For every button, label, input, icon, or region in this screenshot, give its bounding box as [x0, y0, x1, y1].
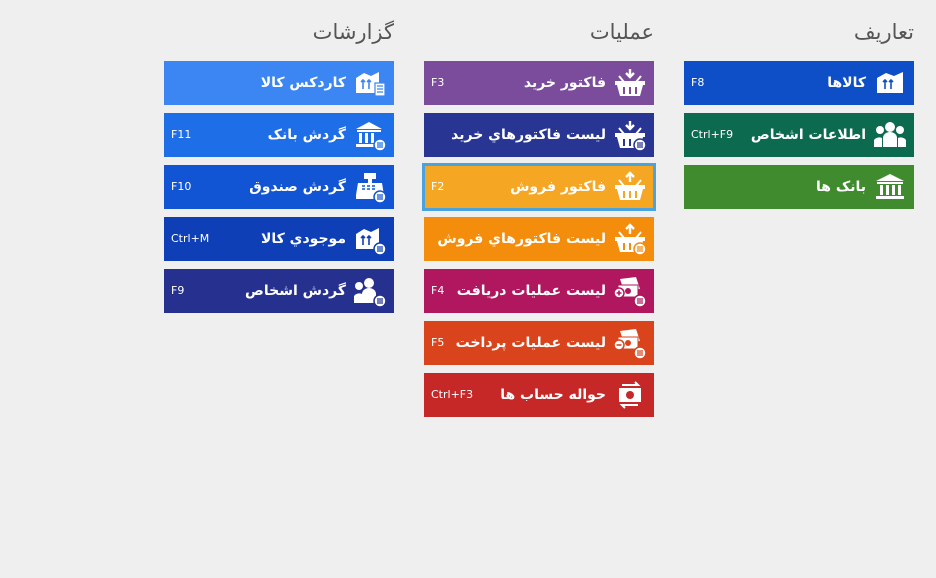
operations-title: عملیات — [589, 20, 654, 44]
tile-purchase-invoice[interactable]: F3 فاکتور خرید — [424, 61, 654, 105]
tile-label: موجودي کالا — [260, 231, 346, 247]
shortcut-label: F11 — [171, 128, 192, 141]
basket-out-icon — [614, 171, 646, 203]
stock-icon — [354, 223, 386, 255]
basket-in-icon — [614, 67, 646, 99]
shortcut-label: F8 — [691, 76, 705, 89]
tile-receipts-list[interactable]: F4 ليست عمليات دريافت — [424, 269, 654, 313]
tile-account-transfer[interactable]: Ctrl+F3 حواله حساب ها — [424, 373, 654, 417]
tile-sales-invoice[interactable]: F2 فاکتور فروش — [422, 163, 656, 211]
shortcut-label: Ctrl+F9 — [691, 128, 734, 141]
tile-label: کالاها — [827, 75, 866, 91]
basket-list-icon — [614, 119, 646, 151]
tile-label: ليست فاکتورهاي فروش — [437, 231, 606, 247]
tile-cash-turnover[interactable]: F10 گردش صندوق — [164, 165, 394, 209]
tile-label: گردش صندوق — [249, 179, 346, 195]
goods-icon — [874, 67, 906, 99]
tile-sales-invoice-list[interactable]: ليست فاکتورهاي فروش — [424, 217, 654, 261]
shortcut-label: Ctrl+M — [171, 232, 210, 245]
tile-label: اطلاعات اشخاص — [750, 127, 866, 143]
tile-label: ليست عمليات پرداخت — [455, 335, 606, 351]
shortcut-label: F10 — [171, 180, 192, 193]
goods-kardex-icon — [354, 67, 386, 99]
tile-label: بانک ها — [816, 179, 866, 195]
shortcut-label: F3 — [431, 76, 445, 89]
money-receive-icon — [614, 275, 646, 307]
bank-icon — [874, 171, 906, 203]
people-icon — [874, 119, 906, 151]
tile-banks[interactable]: بانک ها — [684, 165, 914, 209]
tile-label: گردش بانک — [267, 127, 346, 143]
tile-goods-kardex[interactable]: کاردکس کالا — [164, 61, 394, 105]
tile-label: گردش اشخاص — [245, 283, 346, 299]
tile-people-info[interactable]: Ctrl+F9 اطلاعات اشخاص — [684, 113, 914, 157]
shortcut-label: F5 — [431, 336, 445, 349]
tile-people-turnover[interactable]: F9 گردش اشخاص — [164, 269, 394, 313]
money-pay-icon — [614, 327, 646, 359]
tile-purchase-invoice-list[interactable]: ليست فاکتورهاي خريد — [424, 113, 654, 157]
tile-label: ليست فاکتورهاي خريد — [451, 127, 606, 143]
cash-register-icon — [354, 171, 386, 203]
people-report-icon — [354, 275, 386, 307]
tile-label: کاردکس کالا — [260, 75, 346, 91]
reports-title: گزارشات — [312, 20, 394, 44]
shortcut-label: F4 — [431, 284, 445, 297]
bank-report-icon — [354, 119, 386, 151]
tile-payments-list[interactable]: F5 ليست عمليات پرداخت — [424, 321, 654, 365]
tile-label: فاکتور خرید — [523, 75, 606, 91]
shortcut-label: F9 — [171, 284, 185, 297]
tile-bank-turnover[interactable]: F11 گردش بانک — [164, 113, 394, 157]
tile-label: فاکتور فروش — [510, 179, 606, 195]
shortcut-label: F2 — [431, 180, 445, 193]
tile-label: حواله حساب ها — [500, 387, 606, 403]
transfer-icon — [614, 379, 646, 411]
tile-stock[interactable]: Ctrl+M موجودي کالا — [164, 217, 394, 261]
basket-out-list-icon — [614, 223, 646, 255]
tile-goods[interactable]: F8 کالاها — [684, 61, 914, 105]
shortcut-label: Ctrl+F3 — [431, 388, 474, 401]
definitions-title: تعاریف — [853, 20, 914, 44]
tile-label: ليست عمليات دريافت — [456, 283, 606, 299]
